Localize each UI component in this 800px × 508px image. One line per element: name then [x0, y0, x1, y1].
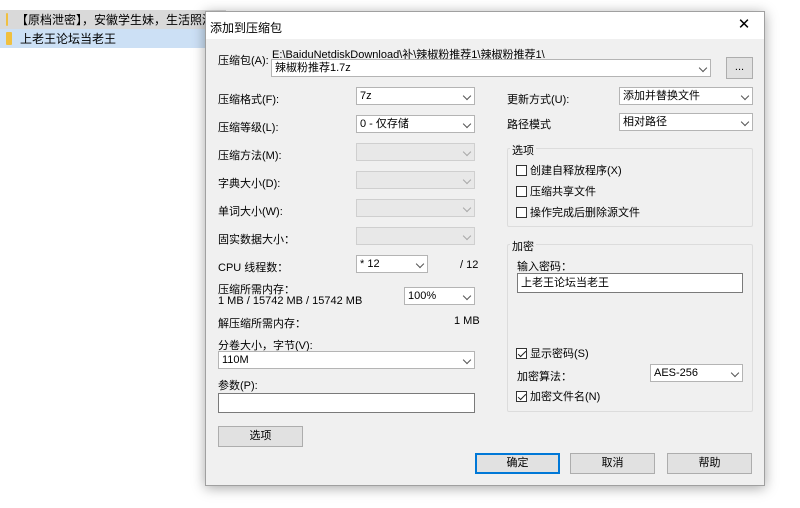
chevron-down-icon [462, 147, 472, 157]
shared-files-checkbox[interactable]: 压缩共享文件 [516, 183, 596, 199]
solid-size-label: 固实数据大小： [218, 234, 295, 246]
dict-size-select[interactable] [356, 171, 475, 189]
close-icon[interactable]: ✕ [732, 15, 756, 35]
path-mode-select[interactable]: 相对路径 [619, 113, 753, 131]
checkbox-checked-icon [516, 347, 527, 359]
help-button[interactable]: 帮助 [667, 453, 752, 474]
method-select[interactable] [356, 143, 475, 161]
chevron-down-icon [740, 117, 750, 127]
update-mode-label: 更新方式(U): [507, 94, 570, 106]
password-input[interactable]: 上老王论坛当老王 [517, 273, 743, 293]
update-mode-select[interactable]: 添加并替换文件 [619, 87, 753, 105]
password-label: 输入密码： [517, 261, 572, 273]
encryption-method-label: 加密算法： [517, 371, 572, 383]
params-label: 参数(P): [218, 380, 258, 392]
chevron-down-icon [462, 119, 472, 129]
format-select[interactable]: 7z [356, 87, 475, 105]
encryption-method-value: AES-256 [654, 367, 699, 379]
volume-combo[interactable]: 110M [218, 351, 475, 369]
path-mode-label: 路径模式 [507, 119, 551, 131]
params-input[interactable] [218, 393, 475, 413]
file-name: 上老王论坛当老王 [20, 32, 117, 46]
level-select[interactable]: 0 - 仅存储 [356, 115, 475, 133]
threads-select[interactable]: * 12 [356, 255, 428, 273]
ok-button[interactable]: 确定 [475, 453, 560, 474]
chevron-down-icon [698, 63, 708, 73]
solid-size-select[interactable] [356, 227, 475, 245]
chevron-down-icon [462, 91, 472, 101]
chevron-down-icon [730, 368, 740, 378]
mem-decompress-value: 1 MB [454, 315, 480, 327]
chevron-down-icon [462, 203, 472, 213]
mem-compress-detail: 1 MB / 15742 MB / 15742 MB [218, 295, 363, 307]
dict-size-label: 字典大小(D): [218, 178, 281, 190]
word-size-label: 单词大小(W): [218, 206, 283, 218]
threads-label: CPU 线程数： [218, 262, 289, 274]
encrypt-names-checkbox[interactable]: 加密文件名(N) [516, 388, 600, 404]
options-button[interactable]: 选项 [218, 426, 303, 447]
checkbox-icon [516, 185, 527, 197]
encrypt-names-label: 加密文件名(N) [530, 391, 601, 403]
chevron-down-icon [462, 291, 472, 301]
shared-files-label: 压缩共享文件 [530, 186, 596, 198]
encryption-group-title: 加密 [510, 238, 536, 254]
checkbox-icon [516, 206, 527, 218]
browse-button[interactable]: ... [726, 57, 753, 79]
archive-name-combo[interactable]: 辣椒粉推荐1.7z [271, 59, 711, 77]
format-value: 7z [360, 90, 372, 102]
options-group-title: 选项 [510, 142, 536, 158]
level-label: 压缩等级(L): [218, 122, 279, 134]
method-label: 压缩方法(M): [218, 150, 282, 162]
cancel-button[interactable]: 取消 [570, 453, 655, 474]
mem-percent-select[interactable]: 100% [404, 287, 475, 305]
show-password-label: 显示密码(S) [530, 348, 589, 360]
format-label: 压缩格式(F): [218, 94, 280, 106]
folder-icon [6, 13, 8, 26]
volume-value: 110M [222, 354, 249, 366]
delete-after-label: 操作完成后删除源文件 [530, 207, 640, 219]
password-value: 上老王论坛当老王 [521, 277, 609, 289]
archive-name-value: 辣椒粉推荐1.7z [275, 62, 351, 74]
mem-percent-value: 100% [408, 290, 437, 302]
chevron-down-icon [462, 355, 472, 365]
mem-decompress-label: 解压缩所需内存： [218, 318, 306, 330]
dialog-title: 添加到压缩包 [210, 21, 283, 35]
chevron-down-icon [462, 175, 472, 185]
word-size-select[interactable] [356, 199, 475, 217]
chevron-down-icon [740, 91, 750, 101]
update-mode-value: 添加并替换文件 [623, 90, 700, 102]
title-bar: 添加到压缩包 ✕ [206, 12, 764, 39]
delete-after-checkbox[interactable]: 操作完成后删除源文件 [516, 204, 640, 220]
sfx-label: 创建自释放程序(X) [530, 165, 622, 177]
folder-icon [6, 32, 12, 45]
threads-max: / 12 [460, 259, 479, 271]
level-value: 0 - 仅存储 [360, 118, 409, 130]
chevron-down-icon [462, 231, 472, 241]
file-list-item[interactable]: 【原档泄密】，安徽学生妹，生活照清新 [0, 10, 226, 29]
file-name: 【原档泄密】，安徽学生妹，生活照清新 [15, 13, 226, 27]
checkbox-checked-icon [516, 390, 527, 402]
encryption-method-select[interactable]: AES-256 [650, 364, 743, 382]
file-list-item[interactable]: 上老王论坛当老王 [0, 29, 210, 48]
threads-value: * 12 [360, 258, 380, 270]
path-mode-value: 相对路径 [623, 116, 667, 128]
chevron-down-icon [415, 259, 425, 269]
show-password-checkbox[interactable]: 显示密码(S) [516, 345, 589, 361]
add-to-archive-dialog: 添加到压缩包 ✕ 压缩包(A): E:\BaiduNetdiskDownload… [205, 11, 765, 486]
archive-label: 压缩包(A): [218, 55, 269, 67]
checkbox-icon [516, 164, 527, 176]
sfx-checkbox[interactable]: 创建自释放程序(X) [516, 162, 622, 178]
